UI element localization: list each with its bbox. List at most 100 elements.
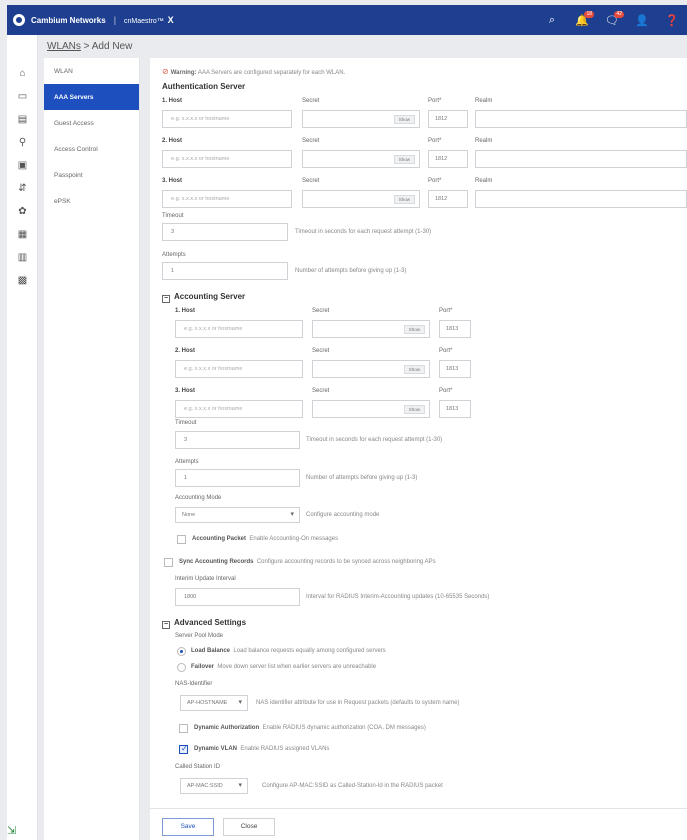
acct-host-input[interactable]: e.g. x.x.x.x or hostname <box>175 360 303 378</box>
show-secret-button[interactable]: Show <box>403 365 425 374</box>
auth-host-input[interactable]: e.g. x.x.x.x or hostname <box>162 110 292 128</box>
accounting-server-title[interactable]: − Accounting Server <box>162 292 245 303</box>
auth-attempts-help: Number of attempts before giving up (1-3… <box>295 268 407 274</box>
auth-host-label: 3. Host <box>162 178 183 184</box>
auth-attempts-label: Attempts <box>162 252 186 258</box>
close-button[interactable]: Close <box>223 818 275 836</box>
failover-radio[interactable] <box>177 663 186 672</box>
subnav-item-guest-access[interactable]: Guest Access <box>44 110 139 136</box>
collapse-icon: − <box>162 295 170 303</box>
acct-attempts-input[interactable]: 1 <box>175 469 300 487</box>
acct-timeout-label: Timeout <box>175 420 197 426</box>
auth-realm-label: Realm <box>475 178 493 184</box>
show-secret-button[interactable]: Show <box>393 195 415 204</box>
called-station-select[interactable]: AP-MAC:SSID <box>180 778 248 794</box>
shield-icon[interactable]: ▩ <box>7 269 38 292</box>
auth-realm-input[interactable] <box>475 150 687 168</box>
acct-sync-checkbox[interactable] <box>164 558 173 567</box>
acct-mode-select[interactable]: None <box>175 507 300 523</box>
auth-port-label: Port* <box>428 98 442 104</box>
acct-timeout-input[interactable]: 3 <box>175 431 300 449</box>
left-nav-rail: ⌂ ▭ ▤ ⚲ ▣ ⇵ ✿ ▦ ▥ ▩ <box>7 35 38 840</box>
subnav-item-aaa-servers[interactable]: AAA Servers <box>44 84 139 110</box>
auth-port-input[interactable]: 1812 <box>428 150 468 168</box>
interim-input[interactable]: 1800 <box>175 588 300 606</box>
product-name: cnMaestro™ X <box>124 15 174 25</box>
show-secret-button[interactable]: Show <box>393 155 415 164</box>
settings-icon[interactable]: ✿ <box>7 200 38 223</box>
show-secret-button[interactable]: Show <box>393 115 415 124</box>
auth-host-label: 1. Host <box>162 98 183 104</box>
monitor-icon[interactable]: ▭ <box>7 85 38 108</box>
subnav-item-epsk[interactable]: ePSK <box>44 188 139 214</box>
reports-icon[interactable]: ▣ <box>7 154 38 177</box>
form-footer: Save Close <box>150 808 687 840</box>
events-icon[interactable]: 🗨 42 <box>597 5 627 35</box>
auth-server-title: Authentication Server <box>162 82 246 91</box>
dynamic-authorization-checkbox[interactable] <box>179 724 188 733</box>
auth-realm-label: Realm <box>475 138 493 144</box>
server-pool-mode-label: Server Pool Mode <box>175 633 224 639</box>
acct-port-input[interactable]: 1813 <box>439 360 471 378</box>
subnav-item-wlan[interactable]: WLAN <box>44 58 139 84</box>
dynamic-vlan-checkbox[interactable] <box>179 744 188 754</box>
warning-icon: ⊘ <box>162 67 169 76</box>
interim-help: Interval for RADIUS Interim-Accounting u… <box>306 594 490 600</box>
auth-secret-label: Secret <box>302 138 320 144</box>
inventory-icon[interactable]: ▤ <box>7 108 38 131</box>
acct-secret-label: Secret <box>312 388 330 394</box>
auth-timeout-input[interactable]: 3 <box>162 223 288 241</box>
nas-identifier-help: NAS identifier attribute for use in Requ… <box>256 700 460 706</box>
auth-port-input[interactable]: 1812 <box>428 190 468 208</box>
show-secret-button[interactable]: Show <box>403 405 425 414</box>
home-icon[interactable]: ⌂ <box>7 62 38 85</box>
auth-port-input[interactable]: 1812 <box>428 110 468 128</box>
acct-host-input[interactable]: e.g. x.x.x.x or hostname <box>175 400 303 418</box>
dynamic-authorization-option: Dynamic Authorization Enable RADIUS dyna… <box>194 725 426 731</box>
advanced-settings-title[interactable]: − Advanced Settings <box>162 618 246 629</box>
acct-secret-input[interactable]: Show <box>312 360 430 378</box>
subnav-item-passpoint[interactable]: Passpoint <box>44 162 139 188</box>
notification-badge: 42 <box>614 11 624 18</box>
acct-host-label: 2. Host <box>175 348 196 354</box>
cambium-logo-icon <box>13 14 25 26</box>
user-icon[interactable]: 👤 <box>627 5 657 35</box>
grid-icon[interactable]: ▥ <box>7 246 38 269</box>
subnav-item-access-control[interactable]: Access Control <box>44 136 139 162</box>
auth-host-input[interactable]: e.g. x.x.x.x or hostname <box>162 190 292 208</box>
acct-port-input[interactable]: 1813 <box>439 320 471 338</box>
load-balance-radio[interactable] <box>177 647 186 656</box>
acct-attempts-label: Attempts <box>175 459 199 465</box>
collapse-nav-icon[interactable]: ⇲ <box>7 824 25 837</box>
acct-packet-checkbox[interactable] <box>177 535 186 544</box>
breadcrumb-wlans-link[interactable]: WLANs <box>47 41 81 52</box>
auth-secret-input[interactable]: Show <box>302 150 420 168</box>
location-icon[interactable]: ⚲ <box>7 131 38 154</box>
acct-secret-input[interactable]: Show <box>312 320 430 338</box>
devices-icon[interactable]: ⇵ <box>7 177 38 200</box>
nas-identifier-select[interactable]: AP-HOSTNAME <box>180 695 248 711</box>
auth-port-label: Port* <box>428 178 442 184</box>
load-balance-option: Load Balance Load balance requests equal… <box>191 648 386 654</box>
notification-badge: 18 <box>584 11 594 18</box>
auth-realm-input[interactable] <box>475 190 687 208</box>
acct-port-input[interactable]: 1813 <box>439 400 471 418</box>
acct-host-input[interactable]: e.g. x.x.x.x or hostname <box>175 320 303 338</box>
acct-secret-input[interactable]: Show <box>312 400 430 418</box>
show-secret-button[interactable]: Show <box>403 325 425 334</box>
auth-secret-input[interactable]: Show <box>302 110 420 128</box>
auth-host-input[interactable]: e.g. x.x.x.x or hostname <box>162 150 292 168</box>
auth-attempts-input[interactable]: 1 <box>162 262 288 280</box>
acct-host-label: 3. Host <box>175 388 196 394</box>
apps-icon[interactable]: ▦ <box>7 223 38 246</box>
acct-packet-option: Accounting Packet Enable Accounting-On m… <box>192 536 339 542</box>
search-icon[interactable]: ⌕ <box>537 5 567 35</box>
help-icon[interactable]: ❓ <box>657 5 687 35</box>
auth-realm-input[interactable] <box>475 110 687 128</box>
alarm-icon[interactable]: 🔔 18 <box>567 5 597 35</box>
acct-port-label: Port* <box>439 348 453 354</box>
auth-secret-input[interactable]: Show <box>302 190 420 208</box>
auth-secret-label: Secret <box>302 98 320 104</box>
brand-logo[interactable]: Cambium Networks <box>13 14 106 26</box>
save-button[interactable]: Save <box>162 818 214 836</box>
